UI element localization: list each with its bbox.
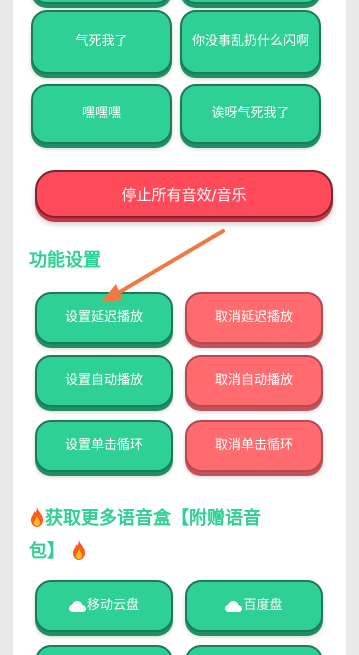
fire-icon — [31, 507, 43, 527]
link-button-partial[interactable] — [185, 645, 323, 655]
baidu-pan-label: 百度盘 — [243, 597, 283, 613]
cloud-icon — [68, 600, 86, 612]
more-title: 获取更多语音盒【附赠语音 包】 — [29, 502, 341, 568]
link-button-partial[interactable] — [35, 645, 173, 655]
more-title-line2: 包】 — [29, 541, 65, 562]
fire-icon — [73, 540, 86, 560]
mobile-cloud-button[interactable]: 移动云盘 — [35, 580, 173, 632]
mobile-cloud-label: 移动云盘 — [86, 597, 139, 613]
page: 气死我了 你没事乱扔什么闪啊 嘿嘿嘿 诶呀气死我了 停止所有音效/音乐 功能设置… — [13, 0, 346, 655]
baidu-pan-button[interactable]: 百度盘 — [185, 580, 323, 632]
cloud-icon — [225, 600, 243, 612]
more-title-line1: 获取更多语音盒【附赠语音 — [45, 508, 261, 529]
